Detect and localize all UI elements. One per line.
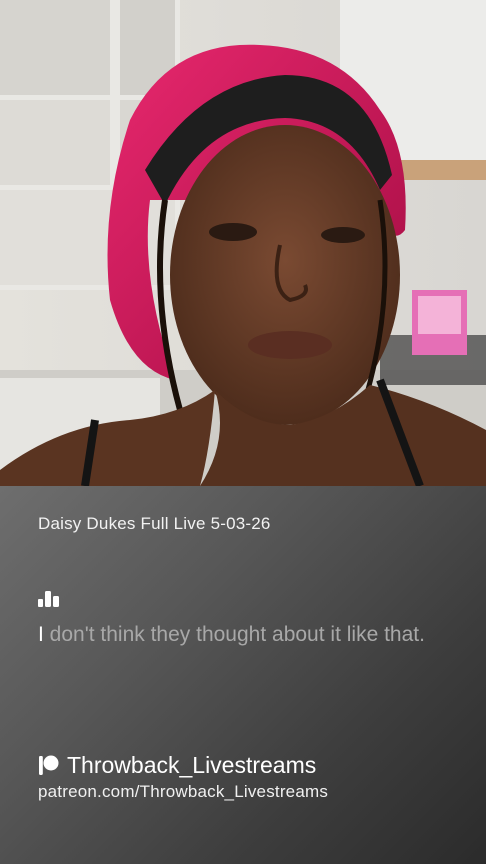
- app-frame: Daisy Dukes Full Live 5-03-26 I don't th…: [0, 0, 486, 864]
- patreon-icon: [39, 755, 59, 775]
- transcript-text: I don't think they thought about it like…: [38, 620, 438, 649]
- channel-url[interactable]: patreon.com/Throwback_Livestreams: [38, 782, 328, 802]
- video-player[interactable]: [0, 0, 486, 486]
- caption-card: Daisy Dukes Full Live 5-03-26 I don't th…: [0, 486, 486, 864]
- channel-row[interactable]: Throwback_Livestreams: [38, 752, 316, 779]
- channel-name[interactable]: Throwback_Livestreams: [67, 752, 316, 779]
- audio-bars-icon: [38, 591, 59, 607]
- video-title: Daisy Dukes Full Live 5-03-26: [38, 514, 271, 533]
- transcript-remaining: don't think they thought about it like t…: [43, 623, 425, 646]
- video-still: [0, 0, 486, 486]
